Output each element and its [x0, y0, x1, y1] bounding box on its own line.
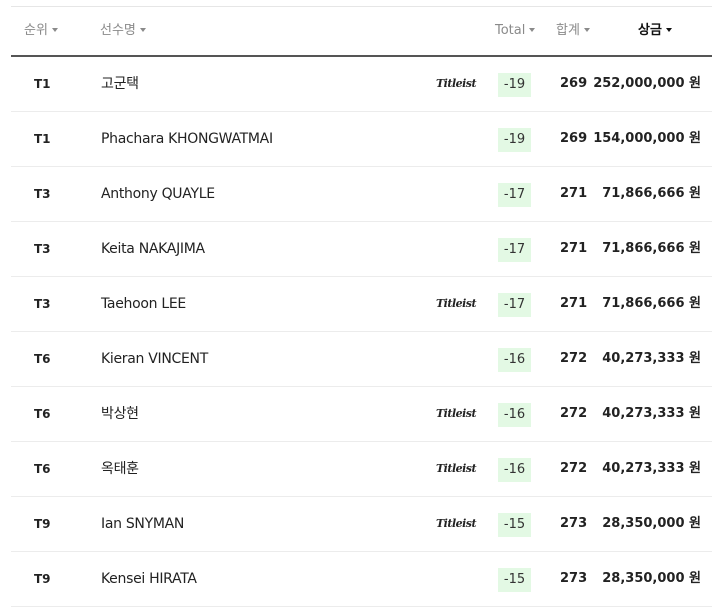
total-strokes: 272: [560, 351, 588, 366]
caret-down-icon: [529, 27, 536, 32]
player-name-link[interactable]: Kensei HIRATA: [101, 552, 197, 606]
total-score-cell: -15: [498, 497, 531, 551]
player-name-link[interactable]: Keita NAKAJIMA: [101, 222, 205, 276]
prize-money: 71,866,666 원: [602, 186, 701, 201]
sponsor-logo: [436, 167, 476, 221]
player-rank: T3: [34, 187, 51, 201]
sort-sum-header[interactable]: 합계: [556, 7, 590, 55]
caret-down-icon: [583, 27, 590, 32]
rank-header-label: 순위: [24, 23, 48, 38]
sponsor-logo: [436, 222, 476, 276]
sort-rank-header[interactable]: 순위: [24, 7, 58, 55]
player-rank: T6: [34, 407, 51, 421]
player-name-link[interactable]: 옥태훈: [101, 442, 139, 496]
player-name-link[interactable]: Kieran VINCENT: [101, 332, 208, 386]
prize-money: 40,273,333 원: [602, 461, 701, 476]
table-row[interactable]: T9 Kensei HIRATA -15 273 28,350,000 원: [11, 552, 712, 607]
sponsor-logo: [436, 332, 476, 386]
sort-prize-header[interactable]: 상금: [638, 7, 672, 55]
total-score-cell: -19: [498, 57, 531, 111]
table-row[interactable]: T3 Keita NAKAJIMA -17 271 71,866,666 원: [11, 222, 712, 277]
table-row[interactable]: T3 Taehoon LEE Titleist -17 271 71,866,6…: [11, 277, 712, 332]
prize-money: 28,350,000 원: [602, 571, 701, 586]
total-score-badge: -17: [498, 292, 531, 317]
total-score-cell: -17: [498, 222, 531, 276]
prize-money: 252,000,000 원: [593, 76, 701, 91]
prize-money: 40,273,333 원: [602, 406, 701, 421]
total-header-label: Total: [495, 23, 526, 38]
sort-name-header[interactable]: 선수명: [100, 7, 146, 55]
player-rank: T1: [34, 77, 51, 91]
total-score-badge: -19: [498, 72, 531, 97]
total-strokes: 272: [560, 461, 588, 476]
player-name-link[interactable]: Taehoon LEE: [101, 277, 186, 331]
player-rank: T9: [34, 572, 51, 586]
caret-down-icon: [139, 27, 146, 32]
leaderboard-table: 순위 선수명 Total 합계 상금 T1 고군택 Titleist -19 2…: [11, 6, 712, 607]
player-name-link[interactable]: Ian SNYMAN: [101, 497, 184, 551]
sum-header-label: 합계: [556, 23, 580, 38]
total-score-cell: -17: [498, 277, 531, 331]
sponsor-logo: [436, 552, 476, 606]
player-rank: T6: [34, 352, 51, 366]
total-strokes: 273: [560, 571, 588, 586]
prize-money: 28,350,000 원: [602, 516, 701, 531]
table-row[interactable]: T3 Anthony QUAYLE -17 271 71,866,666 원: [11, 167, 712, 222]
prize-header-label: 상금: [638, 23, 662, 38]
player-rank: T3: [34, 242, 51, 256]
total-strokes: 273: [560, 516, 588, 531]
total-score-cell: -19: [498, 112, 531, 166]
table-row[interactable]: T9 Ian SNYMAN Titleist -15 273 28,350,00…: [11, 497, 712, 552]
player-name-link[interactable]: 고군택: [101, 57, 139, 111]
sponsor-logo: Titleist: [436, 407, 477, 420]
total-score-badge: -19: [498, 127, 531, 152]
sort-total-header[interactable]: Total: [495, 7, 536, 55]
prize-money: 71,866,666 원: [602, 241, 701, 256]
table-row[interactable]: T1 Phachara KHONGWATMAI -19 269 154,000,…: [11, 112, 712, 167]
sponsor-logo: [436, 112, 476, 166]
player-name-link[interactable]: Phachara KHONGWATMAI: [101, 112, 273, 166]
player-name-link[interactable]: 박상현: [101, 387, 139, 441]
total-strokes: 271: [560, 186, 588, 201]
table-header: 순위 선수명 Total 합계 상금: [11, 7, 712, 57]
total-score-badge: -15: [498, 512, 531, 537]
total-score-badge: -17: [498, 237, 531, 262]
table-row[interactable]: T6 Kieran VINCENT -16 272 40,273,333 원: [11, 332, 712, 387]
player-name-link[interactable]: Anthony QUAYLE: [101, 167, 215, 221]
total-strokes: 272: [560, 406, 588, 421]
total-score-badge: -15: [498, 567, 531, 592]
table-row[interactable]: T6 박상현 Titleist -16 272 40,273,333 원: [11, 387, 712, 442]
total-score-badge: -17: [498, 182, 531, 207]
player-rank: T1: [34, 132, 51, 146]
sponsor-logo: Titleist: [436, 77, 477, 90]
table-row[interactable]: T1 고군택 Titleist -19 269 252,000,000 원: [11, 57, 712, 112]
table-row[interactable]: T6 옥태훈 Titleist -16 272 40,273,333 원: [11, 442, 712, 497]
prize-money: 154,000,000 원: [593, 131, 701, 146]
total-score-cell: -16: [498, 442, 531, 496]
sponsor-logo: Titleist: [436, 517, 477, 530]
player-rank: T3: [34, 297, 51, 311]
total-strokes: 269: [560, 131, 588, 146]
caret-down-icon: [665, 27, 672, 32]
total-score-cell: -16: [498, 387, 531, 441]
total-score-cell: -15: [498, 552, 531, 606]
sponsor-logo: Titleist: [436, 297, 477, 310]
total-score-cell: -16: [498, 332, 531, 386]
player-rank: T6: [34, 462, 51, 476]
total-strokes: 271: [560, 296, 588, 311]
prize-money: 71,866,666 원: [602, 296, 701, 311]
table-body: T1 고군택 Titleist -19 269 252,000,000 원 T1…: [11, 57, 712, 607]
name-header-label: 선수명: [100, 23, 136, 38]
total-strokes: 271: [560, 241, 588, 256]
total-score-cell: -17: [498, 167, 531, 221]
sponsor-logo: Titleist: [436, 462, 477, 475]
total-score-badge: -16: [498, 457, 531, 482]
total-score-badge: -16: [498, 347, 531, 372]
total-strokes: 269: [560, 76, 588, 91]
prize-money: 40,273,333 원: [602, 351, 701, 366]
total-score-badge: -16: [498, 402, 531, 427]
player-rank: T9: [34, 517, 51, 531]
caret-down-icon: [51, 27, 58, 32]
